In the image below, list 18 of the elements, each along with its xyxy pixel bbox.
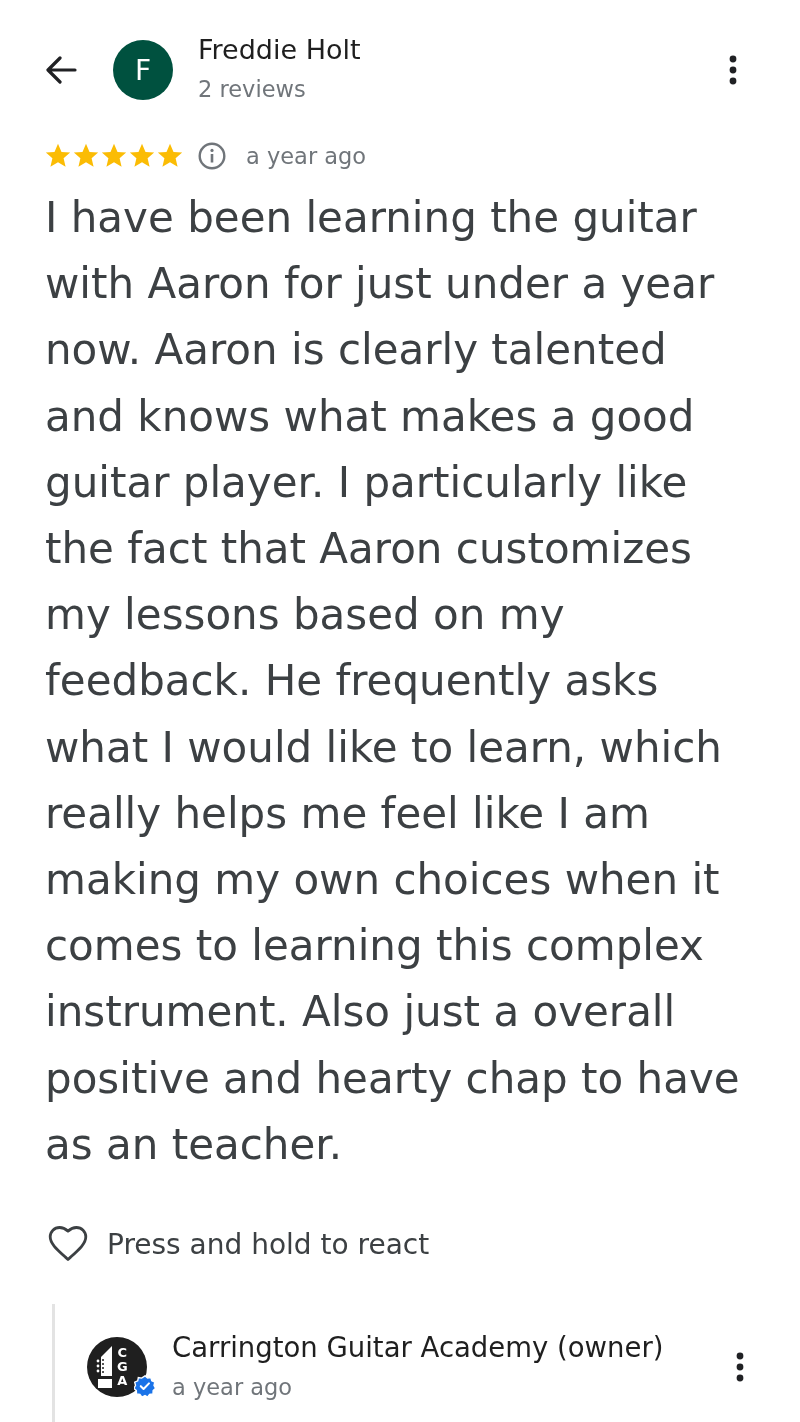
- review-text: I have been learning the guitar with Aaron for just under a year now. Aaron is clearly talented and knows what makes a good guitar player. I particularly like the fact that Aaron customizes my lessons based on my feedback. He frequently asks what I would like to learn, which really helps me feel like I am making my own choices when it comes to learning this complex instrument. Also just a overall positive and hearty chap to have as an teacher.: [45, 192, 741, 1171]
- author-name[interactable]: Freddie Holt: [198, 32, 729, 68]
- star-icon: [100, 142, 128, 170]
- react-button[interactable]: Press and hold to react: [48, 1226, 430, 1263]
- back-icon[interactable]: [45, 56, 77, 84]
- more-options-icon[interactable]: [729, 55, 737, 85]
- academy-logo: C G A: [87, 1337, 147, 1398]
- info-icon[interactable]: [198, 142, 226, 170]
- review-time: a year ago: [246, 143, 367, 169]
- star-icon: [72, 142, 100, 170]
- star-icon: [156, 142, 184, 170]
- star-icon: [128, 142, 156, 170]
- reply-time: a year ago: [172, 1373, 294, 1403]
- owner-name[interactable]: Carrington Guitar Academy (owner): [172, 1328, 736, 1367]
- avatar: F: [113, 40, 173, 100]
- star-icon: [44, 142, 72, 170]
- more-options-icon[interactable]: [736, 1352, 744, 1383]
- review-count: 2 reviews: [198, 75, 307, 104]
